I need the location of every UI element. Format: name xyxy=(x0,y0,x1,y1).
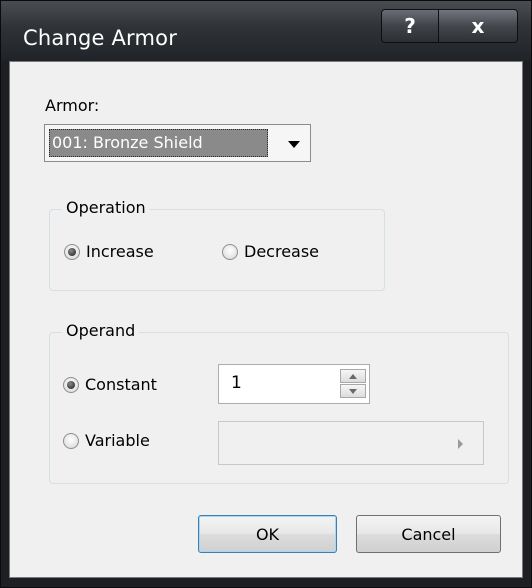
radio-constant[interactable]: Constant xyxy=(63,375,157,394)
operation-legend: Operation xyxy=(62,198,150,217)
operand-legend: Operand xyxy=(62,321,140,340)
arrow-down-icon xyxy=(349,388,357,394)
radio-decrease[interactable]: Decrease xyxy=(222,242,319,261)
variable-selector xyxy=(218,421,484,465)
title-bar[interactable]: Change Armor ? x xyxy=(1,1,531,61)
radio-increase[interactable]: Increase xyxy=(64,242,154,261)
constant-stepper[interactable]: 1 xyxy=(218,364,370,404)
radio-constant-label: Constant xyxy=(85,375,157,394)
radio-variable-label: Variable xyxy=(85,431,150,450)
spin-up-button[interactable] xyxy=(340,369,366,383)
radio-decrease-indicator[interactable] xyxy=(222,243,238,260)
radio-variable[interactable]: Variable xyxy=(63,431,150,450)
window-title: Change Armor xyxy=(23,26,178,50)
cancel-button[interactable]: Cancel xyxy=(356,515,501,553)
spin-down-button[interactable] xyxy=(340,384,366,398)
armor-label: Armor: xyxy=(45,96,100,115)
arrow-right-icon xyxy=(458,439,463,449)
radio-increase-label: Increase xyxy=(86,242,154,261)
radio-increase-indicator[interactable] xyxy=(64,243,80,260)
armor-selected-value: 001: Bronze Shield xyxy=(49,129,268,157)
radio-constant-indicator[interactable] xyxy=(63,376,79,393)
chevron-down-icon[interactable] xyxy=(288,141,300,148)
radio-decrease-label: Decrease xyxy=(244,242,320,261)
change-armor-dialog: Change Armor ? x Armor: 001: Bronze Shie… xyxy=(0,0,532,588)
radio-variable-indicator[interactable] xyxy=(63,432,79,449)
question-mark-icon: ? xyxy=(404,14,416,38)
close-button[interactable]: x xyxy=(438,9,518,43)
operation-group: Operation Increase Decrease xyxy=(49,198,385,291)
close-icon: x xyxy=(471,14,485,38)
ok-button[interactable]: OK xyxy=(198,515,337,553)
arrow-up-icon xyxy=(349,373,357,379)
constant-value[interactable]: 1 xyxy=(231,373,242,393)
help-button[interactable]: ? xyxy=(381,9,439,43)
armor-select[interactable]: 001: Bronze Shield xyxy=(44,124,311,162)
